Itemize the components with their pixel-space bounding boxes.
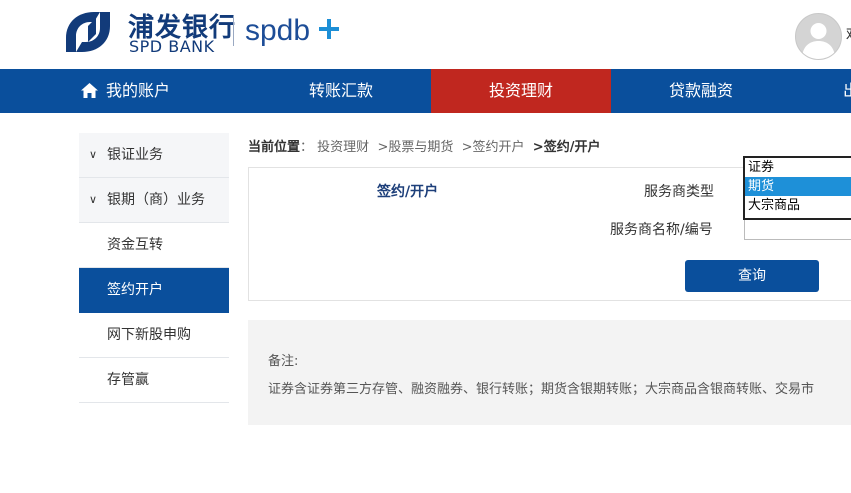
sidebar-item-label: 银证业务	[107, 147, 163, 163]
brand-name-en: SPD BANK	[129, 37, 215, 56]
spd-logo-icon	[66, 12, 110, 52]
note-panel	[248, 320, 851, 425]
breadcrumb: 当前位置： 投资理财 >股票与期货 >签约开户 >签约/开户	[248, 136, 600, 155]
sidebar-item-ipo-subscription[interactable]: 网下新股申购	[79, 313, 229, 358]
nav-item-my-account[interactable]: 我的账户	[0, 69, 251, 113]
sidebar: ∨ 银证业务 ∨ 银期（商）业务 资金互转 签约开户 网下新股申购 存管赢	[79, 133, 229, 403]
sidebar-item-fund-transfer[interactable]: 资金互转	[79, 223, 229, 268]
plus-icon	[319, 19, 339, 39]
chevron-down-icon: ∨	[89, 193, 98, 206]
chevron-down-icon: ∨	[89, 148, 98, 161]
provider-type-select-dropdown[interactable]: 证券 期货 大宗商品	[743, 156, 851, 220]
breadcrumb-link[interactable]: 投资理财	[317, 140, 369, 155]
nav-item-transfer[interactable]: 转账汇款	[251, 69, 431, 113]
sidebar-item-label: 网下新股申购	[107, 327, 191, 343]
select-option-selected[interactable]: 期货	[745, 177, 851, 196]
sidebar-item-label: 资金互转	[107, 237, 163, 253]
nav-label: 贷款融资	[668, 81, 733, 100]
sub-brand-logo: spdb	[245, 14, 311, 47]
nav-label: 投资理财	[488, 81, 553, 100]
provider-name-input[interactable]	[744, 218, 851, 240]
brand-divider	[233, 16, 234, 46]
nav-label: 我的账户	[105, 81, 170, 100]
nav-item-investment[interactable]: 投资理财	[431, 69, 611, 113]
sidebar-item-label: 签约开户	[107, 282, 163, 298]
breadcrumb-link[interactable]: >股票与期货	[377, 140, 453, 155]
nav-label: 转账汇款	[308, 81, 373, 100]
select-option[interactable]: 证券	[745, 158, 851, 177]
provider-type-label: 服务商类型	[644, 184, 714, 200]
nav-label: 出	[842, 81, 851, 100]
breadcrumb-prefix: 当前位置	[248, 140, 301, 155]
home-icon	[80, 83, 98, 98]
breadcrumb-sep: ：	[300, 140, 314, 155]
avatar[interactable]	[795, 13, 842, 60]
header: 浦发银行 SPD BANK spdb 欢	[0, 0, 851, 69]
nav-item-loans[interactable]: 贷款融资	[611, 69, 791, 113]
user-greeting: 欢	[846, 24, 851, 44]
note-text: 证券含证券第三方存管、融资融券、银行转账；期货含银期转账；大宗商品含银商转账、交…	[268, 382, 815, 397]
user-icon	[802, 23, 835, 59]
main-nav: 我的账户 转账汇款 投资理财 贷款融资 出	[0, 69, 851, 113]
sidebar-item-label: 存管赢	[107, 372, 149, 388]
breadcrumb-current: >签约/开户	[532, 140, 601, 155]
sidebar-item-label: 银期（商）业务	[107, 192, 205, 208]
sidebar-item-futures[interactable]: ∨ 银期（商）业务	[79, 178, 229, 223]
form-title: 签约/开户	[377, 184, 439, 200]
nav-item-more[interactable]: 出	[791, 69, 851, 113]
breadcrumb-link[interactable]: >签约开户	[462, 140, 525, 155]
sidebar-item-securities[interactable]: ∨ 银证业务	[79, 133, 229, 178]
sidebar-item-custody-win[interactable]: 存管赢	[79, 358, 229, 403]
sidebar-item-signing[interactable]: 签约开户	[79, 268, 229, 313]
query-button[interactable]: 查询	[685, 260, 819, 292]
select-option[interactable]: 大宗商品	[745, 196, 851, 215]
note-title: 备注:	[268, 354, 299, 369]
provider-name-label: 服务商名称/编号	[610, 222, 713, 238]
